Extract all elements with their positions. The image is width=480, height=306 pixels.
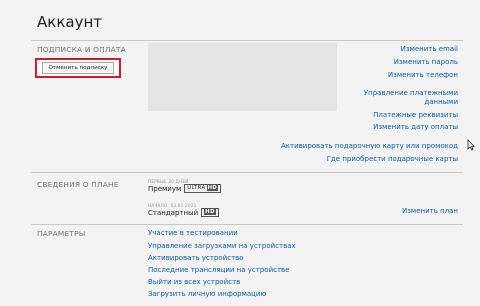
change-plan-link[interactable]: Изменить план	[402, 207, 458, 215]
settings-section-title: ПАРАМЕТРЫ	[37, 229, 86, 238]
change-phone-link[interactable]: Изменить телефон	[388, 71, 458, 79]
next-plan: Стандартный HD	[148, 208, 219, 217]
current-plan-name: Премиум	[148, 184, 182, 193]
cancel-subscription-button[interactable]: Отменить подписку	[35, 58, 121, 78]
activate-device-link[interactable]: Активировать устройство	[148, 254, 244, 262]
change-email-link[interactable]: Изменить email	[401, 45, 458, 53]
subscription-section-title: ПОДПИСКА И ОПЛАТА	[37, 45, 126, 54]
divider	[31, 40, 463, 41]
next-plan-name: Стандартный	[148, 208, 199, 217]
payment-management-link[interactable]: Управление платежными	[364, 89, 458, 97]
payment-details-link[interactable]: Платежные реквизиты	[373, 111, 458, 119]
download-personal-info-link[interactable]: Загрузить личную информацию	[148, 290, 266, 298]
test-participation-link[interactable]: Участие в тестировании	[148, 229, 238, 237]
hd-badge: HD	[201, 208, 219, 217]
change-billing-date-link[interactable]: Изменить дату оплаты	[373, 123, 458, 131]
manage-downloads-link[interactable]: Управление загрузками на устройствах	[148, 242, 296, 250]
page-title: Аккаунт	[37, 13, 102, 31]
redacted-account-info	[148, 43, 337, 111]
divider	[31, 172, 463, 173]
plan-section-title: СВЕДЕНИЯ О ПЛАНЕ	[37, 180, 119, 189]
current-plan: Премиум ULTRA HD	[148, 184, 222, 193]
change-password-link[interactable]: Изменить пароль	[394, 58, 458, 66]
cancel-subscription-label: Отменить подписку	[41, 62, 115, 74]
redeem-gift-card-link[interactable]: Активировать подарочную карту или промок…	[281, 142, 458, 150]
where-to-buy-gift-cards-link[interactable]: Где приобрести подарочные карты	[327, 155, 458, 163]
recent-streaming-activity-link[interactable]: Последние трансляции на устройстве	[148, 266, 289, 274]
mouse-cursor-icon	[467, 139, 475, 151]
ultra-hd-badge: ULTRA HD	[184, 184, 222, 193]
sign-out-all-devices-link[interactable]: Выйти из всех устройств	[148, 278, 240, 286]
payment-management-link-line2[interactable]: данными	[424, 98, 458, 106]
divider	[31, 224, 463, 225]
